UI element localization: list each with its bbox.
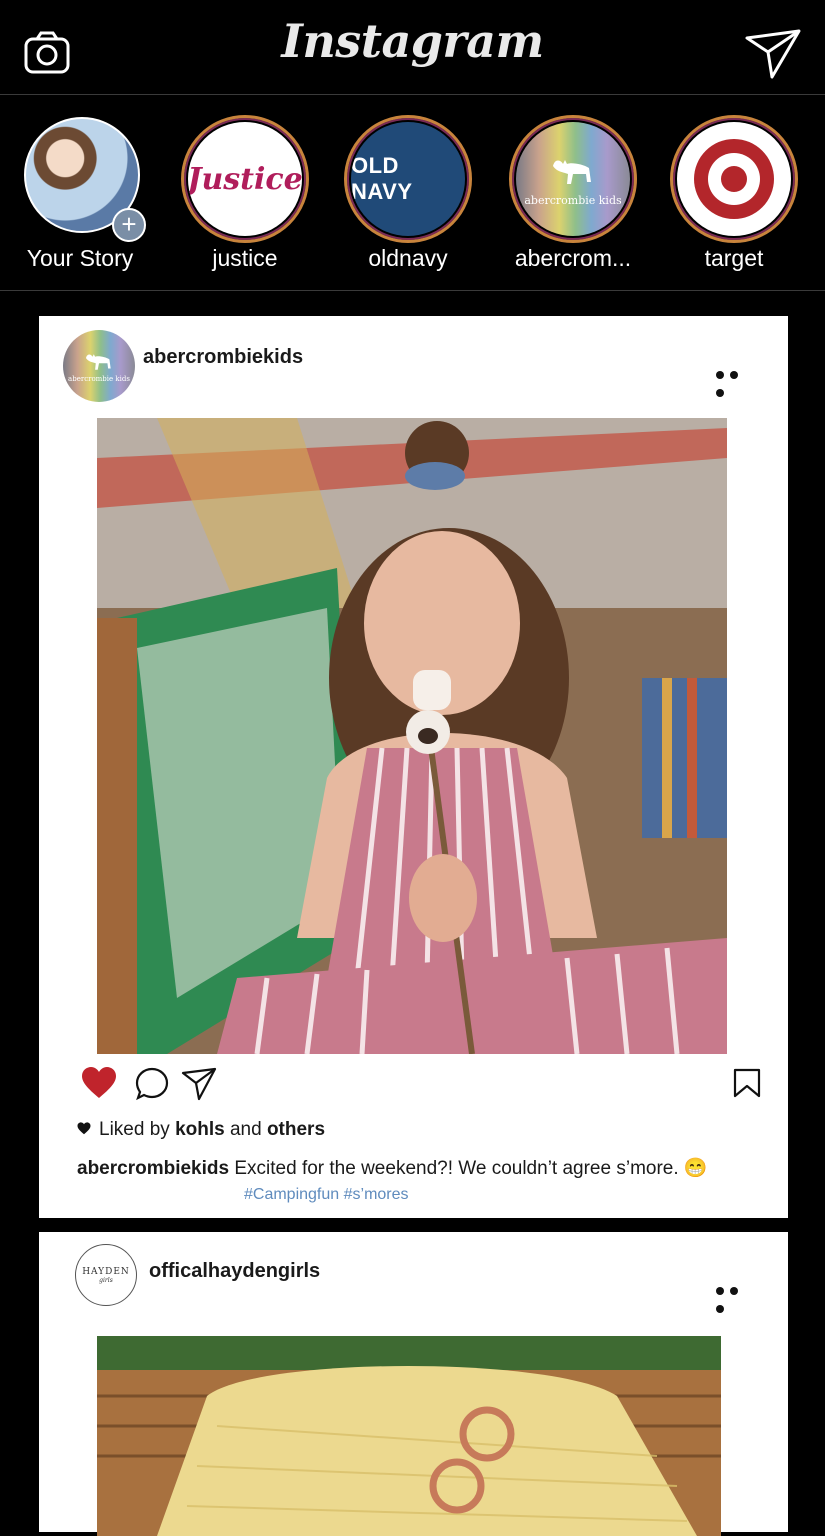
post-photo[interactable]: [97, 1336, 721, 1536]
post-hashtags[interactable]: #Campingfun #s’mores: [244, 1186, 409, 1204]
hayden-logo-subtext: girls: [99, 1276, 113, 1284]
post-card: HAYDEN girls officalhaydengirls: [39, 1232, 788, 1536]
post-photo-illustration: [97, 418, 727, 1054]
story-justice[interactable]: Justice justice: [165, 95, 325, 290]
story-your-story[interactable]: + Your Story: [0, 95, 160, 290]
post-photo-illustration: [97, 1336, 721, 1536]
story-label: abercrom...: [514, 245, 632, 271]
caption-username[interactable]: abercrombiekids: [77, 1158, 229, 1179]
story-oldnavy[interactable]: OLD NAVY oldnavy: [328, 95, 488, 290]
comment-icon[interactable]: [135, 1067, 169, 1101]
story-label: Your Story: [26, 245, 134, 271]
like-heart-icon[interactable]: [81, 1066, 117, 1100]
post-caption: abercrombiekids Excited for the weekend?…: [77, 1156, 767, 1180]
caption-text: Excited for the weekend?! We couldn’t ag…: [234, 1158, 708, 1179]
post-photo[interactable]: [97, 418, 727, 1054]
moose-icon: [553, 159, 591, 184]
small-heart-icon: [77, 1122, 91, 1135]
top-bar: Instagram: [0, 0, 825, 95]
abercrombie-logo: abercrombie kids: [516, 122, 630, 236]
more-options-icon[interactable]: [716, 1282, 756, 1313]
add-story-icon[interactable]: +: [112, 208, 146, 242]
story-label: justice: [212, 245, 278, 271]
liked-by-others[interactable]: others: [267, 1119, 325, 1140]
app-logo: Instagram: [281, 14, 544, 68]
liked-by-line: Liked by kohls and others: [77, 1119, 325, 1141]
target-logo: [677, 122, 791, 236]
post-avatar[interactable]: abercrombie kids: [63, 330, 135, 402]
post-avatar-text: abercrombie kids: [68, 375, 130, 383]
bookmark-icon[interactable]: [733, 1068, 761, 1098]
target-bullseye-icon: [694, 139, 774, 219]
story-label: oldnavy: [368, 245, 448, 271]
stories-row: + Your Story Justice justice OLD NAVY ol…: [0, 95, 825, 291]
story-target[interactable]: target: [654, 95, 814, 290]
oldnavy-logo: OLD NAVY: [351, 122, 465, 236]
story-abercrombie[interactable]: abercrombie kids abercrom...: [493, 95, 653, 290]
story-label: target: [704, 245, 764, 271]
more-options-icon[interactable]: [716, 366, 756, 397]
share-icon[interactable]: [181, 1067, 217, 1101]
hayden-logo-text: HAYDEN: [82, 1266, 130, 1277]
post-username[interactable]: officalhaydengirls: [149, 1260, 320, 1283]
liked-by-prefix: Liked by: [99, 1119, 170, 1140]
post-avatar[interactable]: HAYDEN girls: [75, 1244, 137, 1306]
post-username[interactable]: abercrombiekids: [143, 346, 303, 369]
post-card: abercrombie kids abercrombiekids Liked b…: [39, 316, 788, 1218]
liked-by-user[interactable]: kohls: [175, 1119, 225, 1140]
liked-by-and: and: [229, 1119, 262, 1140]
paper-plane-icon[interactable]: [744, 28, 802, 80]
abercrombie-logo-text: abercrombie kids: [524, 193, 622, 207]
moose-icon: [86, 354, 111, 370]
justice-logo: Justice: [188, 122, 302, 236]
